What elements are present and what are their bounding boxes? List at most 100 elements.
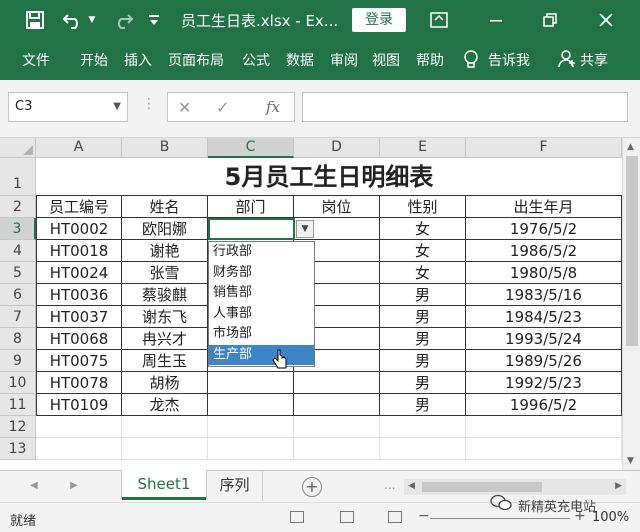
menu-formulas[interactable]: 公式 xyxy=(242,50,270,70)
scrollbar-thumb[interactable] xyxy=(626,156,638,346)
row-header-1[interactable]: 1 xyxy=(0,158,36,196)
drag-handle-icon[interactable]: ⋮ xyxy=(142,96,156,112)
table-cell[interactable]: 1993/5/24 xyxy=(466,328,622,350)
table-cell[interactable]: 1996/5/2 xyxy=(466,394,622,416)
table-cell[interactable]: 蔡骏麒 xyxy=(122,284,208,306)
page-layout-view-icon[interactable] xyxy=(340,511,354,523)
table-cell[interactable] xyxy=(208,394,294,416)
table-cell[interactable]: 1989/5/26 xyxy=(466,350,622,372)
undo-dropdown-icon[interactable]: ▼ xyxy=(86,8,98,32)
table-header-cell[interactable]: 员工编号 xyxy=(36,196,122,218)
empty-cell[interactable] xyxy=(36,438,122,460)
save-icon[interactable] xyxy=(22,8,48,32)
table-cell[interactable]: 胡杨 xyxy=(122,372,208,394)
table-cell[interactable]: 周生玉 xyxy=(122,350,208,372)
column-header-b[interactable]: B xyxy=(122,138,208,158)
scroll-right-icon[interactable]: ▶ xyxy=(615,481,622,491)
table-cell[interactable]: 张雪 xyxy=(122,262,208,284)
close-icon[interactable] xyxy=(593,8,619,32)
menu-file[interactable]: 文件 xyxy=(22,50,50,70)
table-cell[interactable]: 男 xyxy=(380,328,466,350)
row-header-11[interactable]: 11 xyxy=(0,394,36,416)
formula-input[interactable] xyxy=(302,92,628,122)
menu-data[interactable]: 数据 xyxy=(286,50,314,70)
table-cell[interactable]: 男 xyxy=(380,372,466,394)
row-header-13[interactable]: 13 xyxy=(0,438,36,460)
scroll-down-icon[interactable]: ▼ xyxy=(627,456,634,466)
table-cell[interactable]: HT0024 xyxy=(36,262,122,284)
table-cell[interactable]: HT0002 xyxy=(36,218,122,240)
row-header-4[interactable]: 4 xyxy=(0,240,36,262)
column-header-f[interactable]: F xyxy=(466,138,622,158)
table-cell[interactable]: HT0036 xyxy=(36,284,122,306)
empty-cell[interactable] xyxy=(122,438,208,460)
table-header-cell[interactable]: 岗位 xyxy=(294,196,380,218)
row-header-2[interactable]: 2 xyxy=(0,196,36,218)
normal-view-icon[interactable] xyxy=(290,511,304,523)
dropdown-option[interactable]: 生产部 xyxy=(209,344,314,365)
table-cell[interactable]: HT0068 xyxy=(36,328,122,350)
empty-cell[interactable] xyxy=(208,438,294,460)
dropdown-option[interactable]: 人事部 xyxy=(209,304,314,325)
row-header-12[interactable]: 12 xyxy=(0,416,36,438)
horizontal-scrollbar[interactable]: ◀ ▶ xyxy=(404,479,626,495)
sheet-title-cell[interactable]: 5月员工生日明细表 xyxy=(36,158,622,196)
sheet-options[interactable]: ... xyxy=(384,478,395,492)
select-all-button[interactable] xyxy=(0,138,36,158)
chevron-down-icon[interactable]: ▼ xyxy=(113,93,121,121)
zoom-slider[interactable] xyxy=(430,518,570,519)
share-button[interactable]: 共享 xyxy=(580,50,608,70)
menu-view[interactable]: 视图 xyxy=(372,50,400,70)
cancel-icon[interactable]: ✕ xyxy=(178,98,191,117)
prev-sheet-icon[interactable]: ◀ xyxy=(30,480,38,491)
insert-function-icon[interactable]: fx xyxy=(266,98,280,116)
dropdown-option[interactable]: 财务部 xyxy=(209,263,314,284)
empty-cell[interactable] xyxy=(380,416,466,438)
scrollbar-thumb[interactable] xyxy=(422,482,542,492)
tab-sequence[interactable]: 序列 xyxy=(207,471,263,501)
page-break-view-icon[interactable] xyxy=(388,511,402,523)
table-cell[interactable]: 男 xyxy=(380,350,466,372)
empty-cell[interactable] xyxy=(466,438,622,460)
table-cell[interactable]: 1992/5/23 xyxy=(466,372,622,394)
restore-icon[interactable] xyxy=(537,8,563,32)
table-cell[interactable]: 男 xyxy=(380,284,466,306)
table-cell[interactable] xyxy=(294,394,380,416)
login-button[interactable]: 登录 xyxy=(352,8,406,32)
menu-help[interactable]: 帮助 xyxy=(416,50,444,70)
customize-toolbar-icon[interactable] xyxy=(146,8,162,32)
dropdown-option[interactable]: 市场部 xyxy=(209,324,314,345)
scroll-up-icon[interactable]: ▲ xyxy=(627,142,634,152)
table-cell[interactable]: 男 xyxy=(380,394,466,416)
table-cell[interactable]: 1983/5/16 xyxy=(466,284,622,306)
table-cell[interactable]: HT0078 xyxy=(36,372,122,394)
table-header-cell[interactable]: 出生年月 xyxy=(466,196,622,218)
dropdown-option[interactable]: 销售部 xyxy=(209,283,314,304)
empty-cell[interactable] xyxy=(380,438,466,460)
empty-cell[interactable] xyxy=(294,416,380,438)
row-header-6[interactable]: 6 xyxy=(0,284,36,306)
menu-insert[interactable]: 插入 xyxy=(124,50,152,70)
empty-cell[interactable] xyxy=(208,416,294,438)
table-cell[interactable]: HT0018 xyxy=(36,240,122,262)
table-cell[interactable]: 谢艳 xyxy=(122,240,208,262)
table-cell[interactable]: 1984/5/23 xyxy=(466,306,622,328)
table-header-cell[interactable]: 性别 xyxy=(380,196,466,218)
menu-review[interactable]: 审阅 xyxy=(330,50,358,70)
next-sheet-icon[interactable]: ▶ xyxy=(70,480,78,491)
redo-icon[interactable] xyxy=(110,8,136,32)
row-header-5[interactable]: 5 xyxy=(0,262,36,284)
dropdown-option[interactable]: 行政部 xyxy=(209,242,314,263)
menu-home[interactable]: 开始 xyxy=(80,50,108,70)
row-header-7[interactable]: 7 xyxy=(0,306,36,328)
vertical-scrollbar[interactable]: ▲ ▼ xyxy=(622,138,640,470)
row-header-3[interactable]: 3 xyxy=(0,218,36,240)
row-header-8[interactable]: 8 xyxy=(0,328,36,350)
table-cell[interactable]: 女 xyxy=(380,218,466,240)
table-cell[interactable]: 龙杰 xyxy=(122,394,208,416)
column-header-c[interactable]: C xyxy=(208,138,294,158)
menu-page-layout[interactable]: 页面布局 xyxy=(168,50,224,70)
empty-cell[interactable] xyxy=(122,416,208,438)
table-cell[interactable]: HT0075 xyxy=(36,350,122,372)
row-header-10[interactable]: 10 xyxy=(0,372,36,394)
